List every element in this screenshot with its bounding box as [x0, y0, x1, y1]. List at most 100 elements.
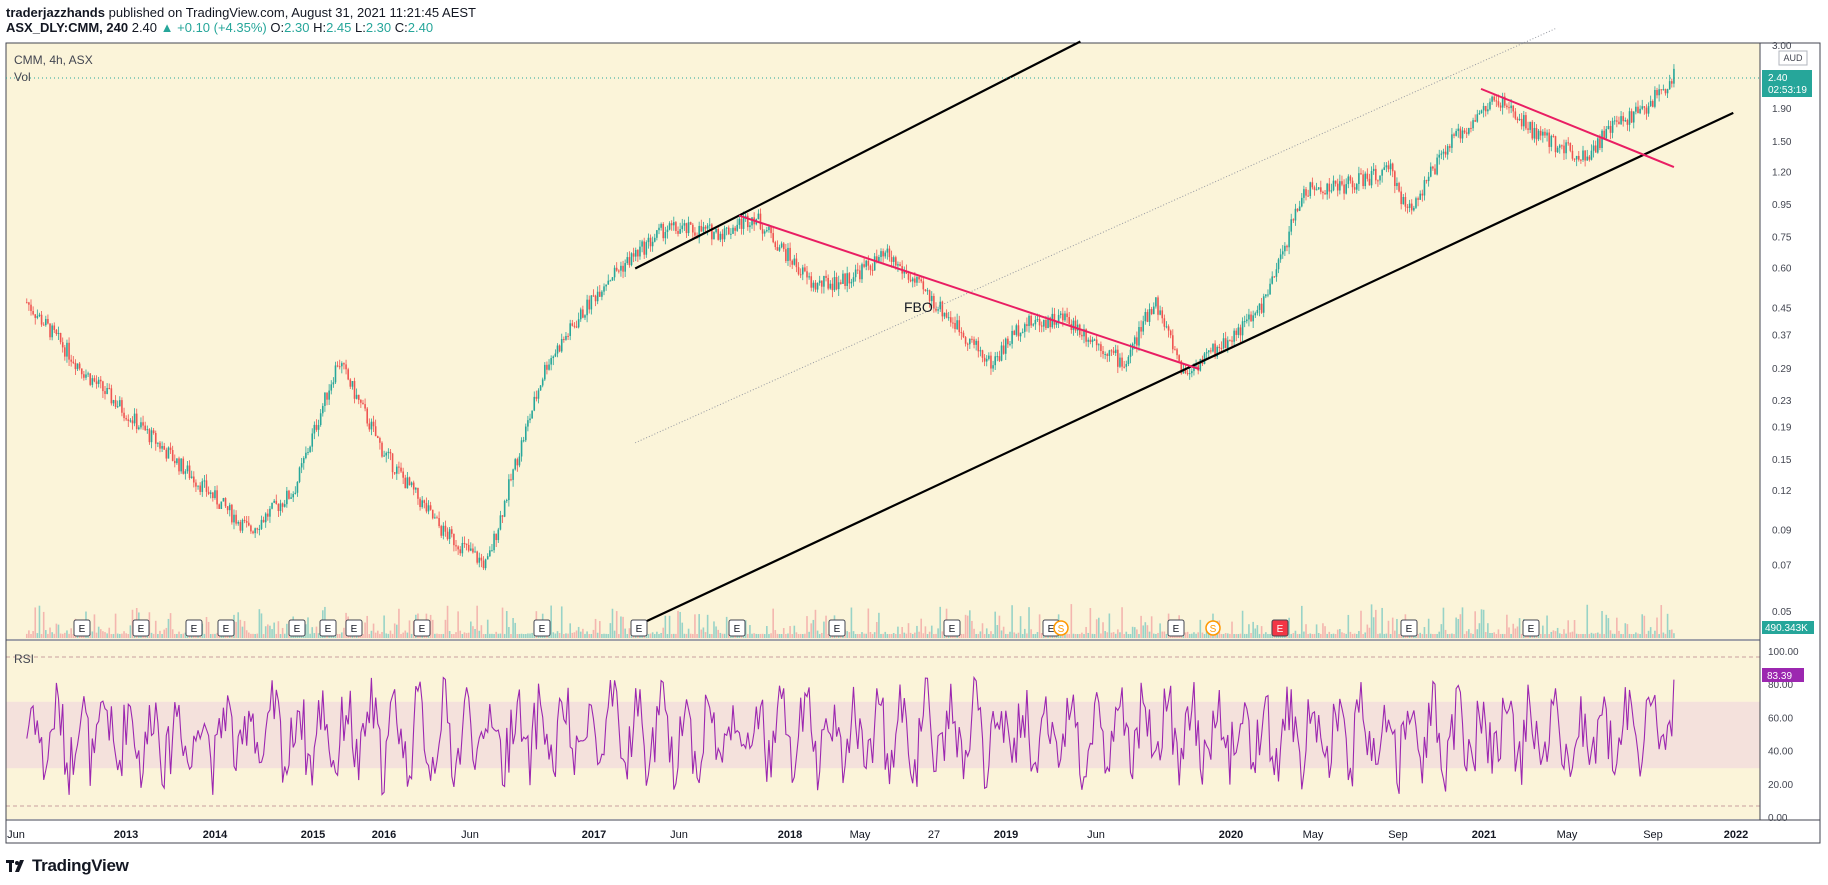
- candle-body: [544, 364, 546, 380]
- earnings-event-icon[interactable]: E: [185, 619, 203, 637]
- candle-body: [501, 515, 504, 517]
- candle-body: [537, 390, 540, 399]
- volume-bar: [505, 611, 508, 638]
- candle-body: [818, 280, 821, 284]
- candle-body: [565, 335, 567, 340]
- earnings-event-icon[interactable]: E: [828, 619, 846, 637]
- svg-text:E: E: [539, 624, 546, 635]
- candle-body: [95, 381, 98, 384]
- earnings-event-icon[interactable]: E: [1167, 619, 1185, 637]
- author-name[interactable]: traderjazzhands: [6, 5, 105, 20]
- candle-body: [740, 218, 743, 229]
- price-axis[interactable]: 3.00 1.90 1.50 1.20 0.95 0.75 0.60 0.45 0.37 0.29…: [1772, 41, 1792, 618]
- earnings-event-icon[interactable]: E: [1522, 619, 1540, 637]
- earnings-event-icon[interactable]: E: [288, 619, 306, 637]
- candle-body: [1603, 130, 1605, 139]
- volume-bar: [1081, 632, 1083, 638]
- candle-body: [400, 467, 402, 472]
- svg-text:E: E: [419, 624, 426, 635]
- candle-body: [1250, 314, 1252, 322]
- candle-body: [899, 264, 901, 267]
- earnings-event-icon[interactable]: E: [943, 619, 961, 637]
- volume-bar: [478, 630, 481, 638]
- volume-bar: [1000, 630, 1003, 638]
- volume-bar: [1309, 633, 1312, 638]
- svg-text:E: E: [1528, 624, 1535, 635]
- volume-bar: [1626, 624, 1629, 638]
- candle-body: [1423, 180, 1426, 196]
- earnings-event-icon[interactable]: E: [345, 619, 363, 637]
- volume-bar: [988, 634, 990, 638]
- fbo-annotation[interactable]: FBO: [904, 299, 933, 315]
- earnings-event-icon[interactable]: E: [1271, 619, 1289, 637]
- volume-bar: [410, 633, 413, 638]
- volume-bar: [907, 623, 910, 638]
- time-axis[interactable]: Jun 2013 2014 2015 2016 Jun 2017 Jun 2018 May 27 20…: [7, 829, 1748, 841]
- volume-bar: [962, 633, 965, 638]
- candle-body: [943, 312, 946, 317]
- split-event-icon[interactable]: S: [1053, 620, 1069, 636]
- volume-bar: [32, 631, 34, 638]
- candle-body: [1281, 251, 1284, 255]
- volume-bar: [799, 633, 802, 638]
- candle-body: [734, 227, 736, 231]
- volume-bar: [1241, 610, 1244, 638]
- tradingview-logo[interactable]: TradingView: [6, 856, 129, 876]
- candle-body: [882, 251, 884, 257]
- candle-body: [444, 525, 447, 532]
- volume-bar: [1127, 633, 1130, 638]
- candle-body: [1235, 330, 1238, 335]
- candle-body: [338, 366, 341, 368]
- candle-body: [846, 273, 848, 286]
- earnings-event-icon[interactable]: E: [728, 619, 746, 637]
- candle-body: [173, 460, 176, 464]
- candle-body: [960, 332, 963, 334]
- candle-body: [725, 227, 728, 229]
- candle-body: [1098, 344, 1100, 346]
- candle-body: [770, 226, 772, 234]
- main-pane-bg[interactable]: [6, 43, 1760, 639]
- volume-bar: [459, 630, 462, 638]
- volume-bar: [104, 632, 106, 638]
- candle-body: [702, 226, 705, 232]
- candle-body: [607, 280, 610, 285]
- volume-bar: [1438, 631, 1441, 638]
- earnings-event-icon[interactable]: E: [630, 619, 648, 637]
- volume-bar: [656, 631, 658, 638]
- volume-bar: [785, 634, 787, 638]
- candle-body: [1220, 347, 1223, 349]
- earnings-event-icon[interactable]: E: [132, 619, 150, 637]
- earnings-event-icon[interactable]: E: [533, 619, 551, 637]
- earnings-event-icon[interactable]: E: [217, 619, 235, 637]
- earnings-event-icon[interactable]: E: [1400, 619, 1418, 637]
- candle-body: [1584, 150, 1586, 161]
- symbol-name[interactable]: ASX_DLY:CMM, 240: [6, 20, 128, 35]
- candle-body: [271, 502, 273, 509]
- candle-body: [273, 500, 275, 503]
- volume-bar: [448, 631, 451, 638]
- volume-bar: [658, 634, 660, 638]
- candle-body: [256, 528, 259, 530]
- candle-body: [539, 385, 542, 391]
- candle-body: [1136, 337, 1138, 346]
- candle-body: [966, 343, 969, 345]
- volume-bar: [1396, 618, 1398, 638]
- candle-body: [258, 528, 261, 530]
- volume-bar: [1123, 633, 1125, 638]
- volume-bar: [372, 623, 375, 638]
- earnings-event-icon[interactable]: E: [319, 619, 337, 637]
- candle-body: [383, 455, 385, 457]
- volume-bar: [446, 605, 449, 638]
- candle-body: [1457, 128, 1460, 131]
- earnings-event-icon[interactable]: E: [73, 619, 91, 637]
- split-event-icon[interactable]: S: [1205, 620, 1221, 636]
- candle-body: [1307, 195, 1309, 197]
- volume-bar: [311, 627, 314, 638]
- volume-bar: [1599, 633, 1601, 638]
- earnings-event-icon[interactable]: E: [413, 619, 431, 637]
- candle-body: [1622, 116, 1624, 122]
- volume-bar: [571, 632, 574, 638]
- candle-body: [533, 396, 536, 411]
- volume-bar: [1594, 633, 1597, 638]
- candle-body: [311, 433, 314, 447]
